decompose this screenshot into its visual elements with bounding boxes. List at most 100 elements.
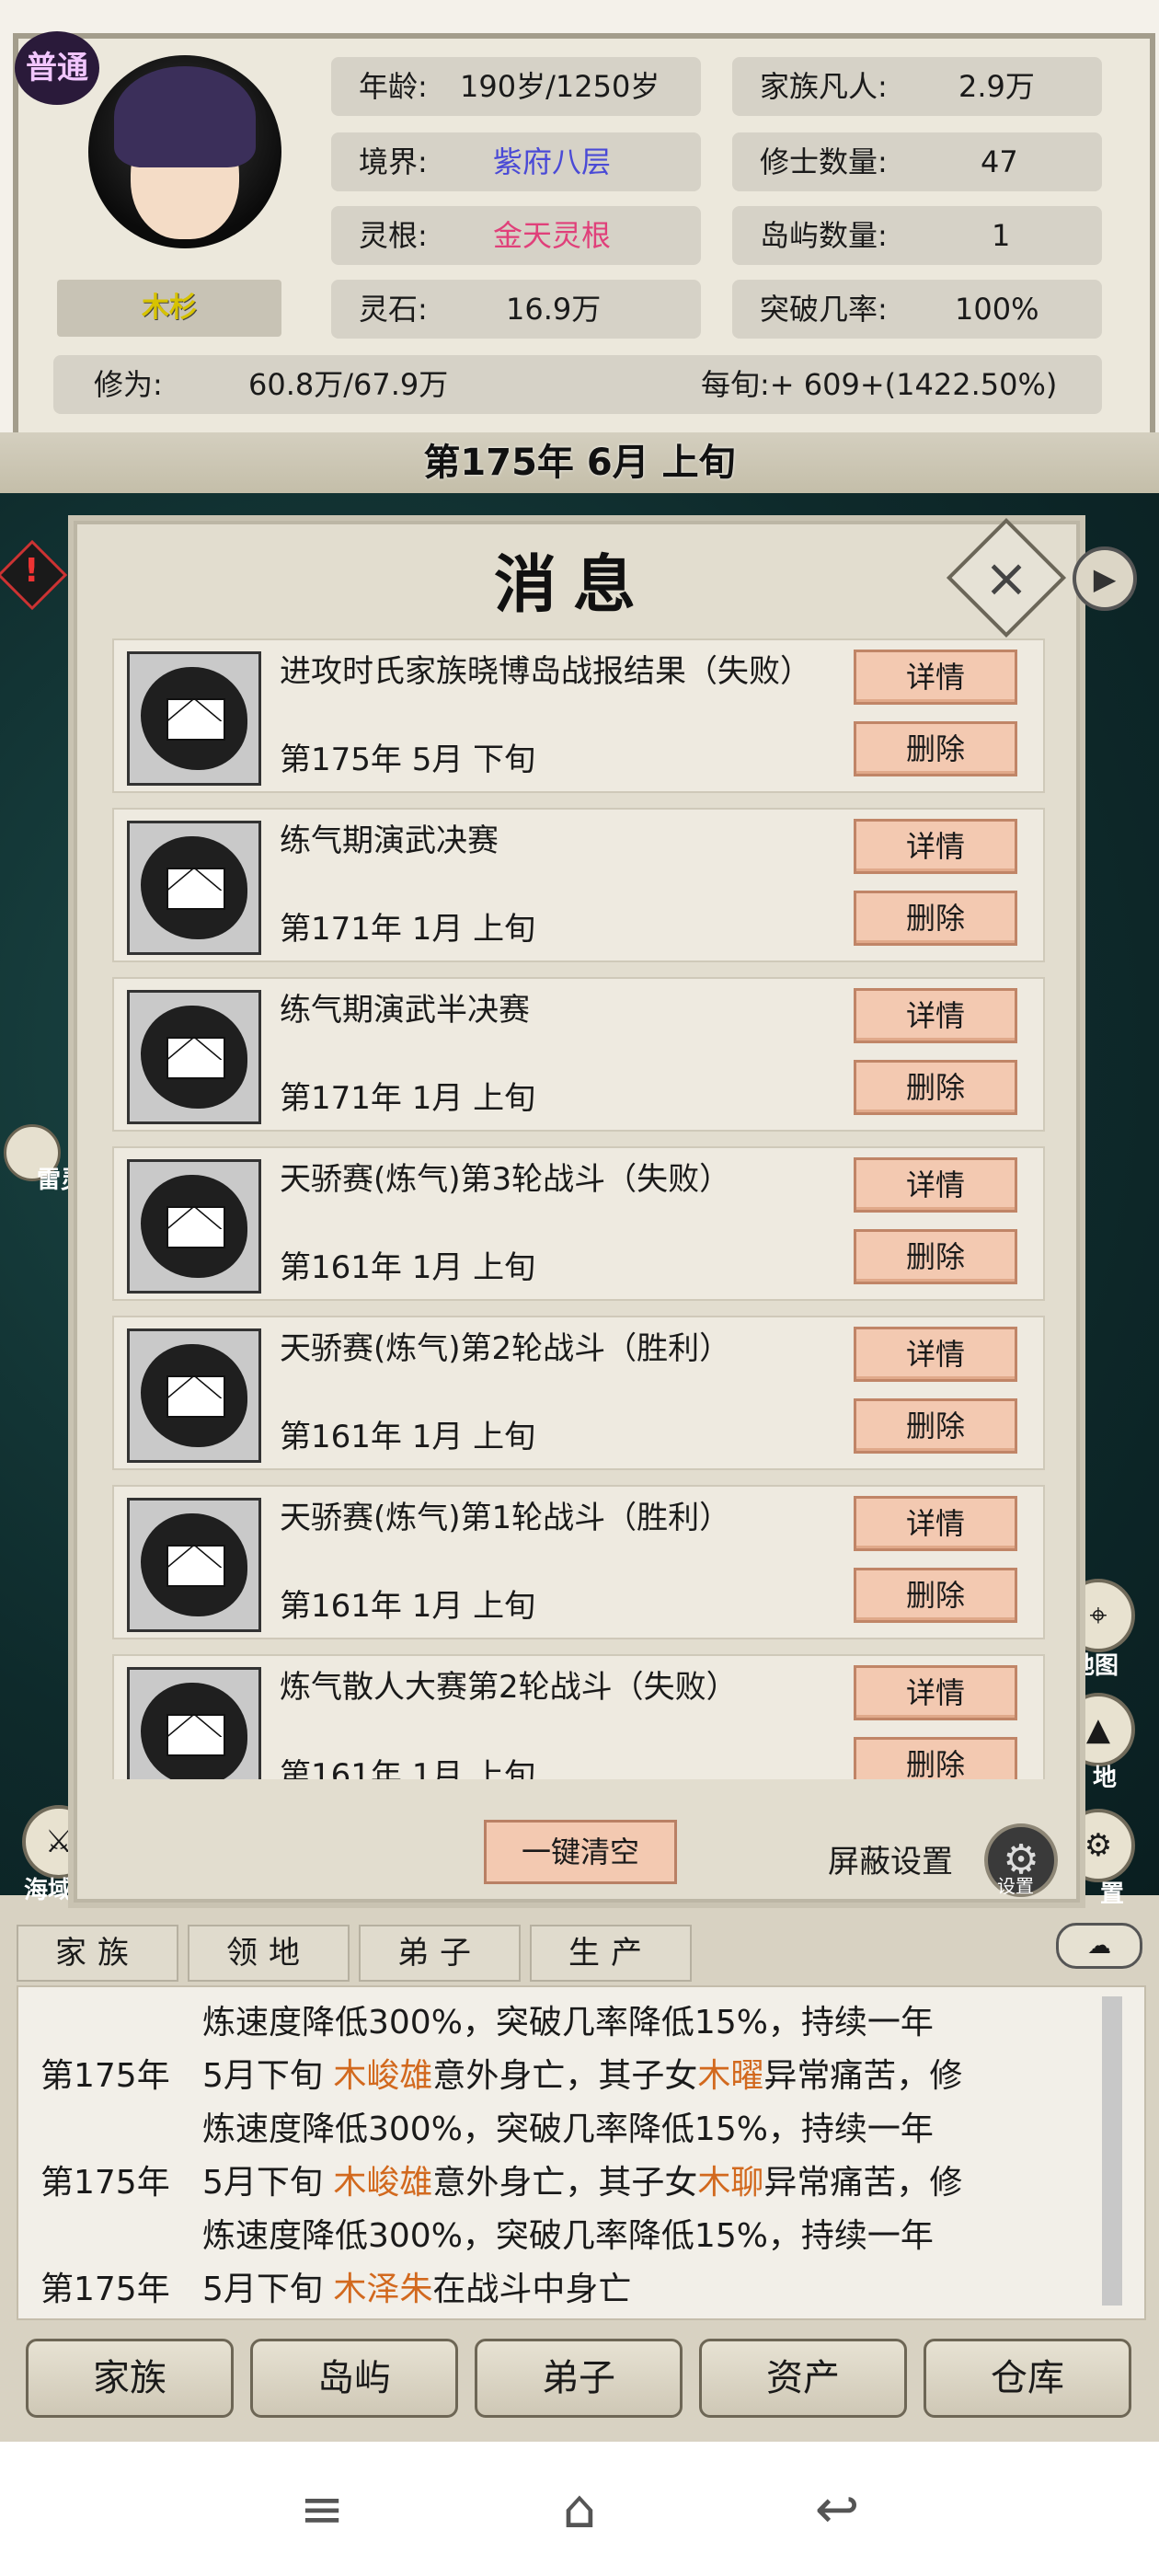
tab-territory[interactable]: 领地 bbox=[188, 1925, 350, 1982]
delete-button[interactable]: 删除 bbox=[854, 1398, 1017, 1454]
stat-clan-mortals: 家族凡人: 2.9万 bbox=[732, 57, 1102, 116]
log-scrollbar[interactable] bbox=[1102, 1996, 1122, 2306]
log-year: 第175年 bbox=[40, 2057, 170, 2095]
log-year: 第175年 bbox=[40, 2271, 170, 2308]
stat-label: 修士数量: bbox=[760, 144, 888, 179]
avatar-hair bbox=[114, 66, 256, 167]
detail-button[interactable]: 详情 bbox=[854, 819, 1017, 874]
message-date: 第171年 1月 上旬 bbox=[280, 911, 536, 948]
stat-label: 年龄: bbox=[359, 69, 428, 104]
delete-button[interactable]: 删除 bbox=[854, 1737, 1017, 1779]
stat-label: 突破几率: bbox=[760, 292, 888, 327]
detail-button[interactable]: 详情 bbox=[854, 1157, 1017, 1213]
back-icon[interactable]: ↩ bbox=[800, 2475, 874, 2543]
mail-icon bbox=[127, 990, 261, 1124]
character-name[interactable]: 木杉 bbox=[57, 280, 281, 337]
nav-island-button[interactable]: 岛屿 bbox=[250, 2339, 458, 2418]
stat-island-count: 岛屿数量: 1 bbox=[732, 206, 1102, 265]
message-date: 第161年 1月 上旬 bbox=[280, 1757, 536, 1779]
current-date: 第175年 6月 上旬 bbox=[423, 442, 736, 484]
message-item[interactable]: 练气期演武决赛 第171年 1月 上旬 详情 删除 bbox=[112, 808, 1045, 962]
delete-button[interactable]: 删除 bbox=[854, 1060, 1017, 1115]
stat-value: 100% bbox=[955, 292, 1039, 327]
mail-icon bbox=[127, 1159, 261, 1294]
log-line: 5月下旬 木峻雄意外身亡，其子女木曜异常痛苦，修 bbox=[202, 2057, 963, 2095]
message-item[interactable]: 炼气散人大赛第2轮战斗（失败） 第161年 1月 上旬 详情 删除 bbox=[112, 1654, 1045, 1779]
stat-label: 灵石: bbox=[359, 292, 428, 327]
stat-realm: 境界: 紫府八层 bbox=[331, 132, 701, 191]
stat-value: 2.9万 bbox=[958, 69, 1035, 104]
stat-value: 16.9万 bbox=[506, 292, 602, 327]
nav-clan-button[interactable]: 家族 bbox=[26, 2339, 234, 2418]
person-name: 木峻雄 bbox=[333, 2057, 433, 2095]
cultivation-bar: 修为: 60.8万/67.9万 每旬:+ 609+(1422.50%) bbox=[53, 355, 1102, 414]
message-title: 练气期演武决赛 bbox=[280, 822, 499, 859]
cultivation-label: 修为: bbox=[94, 367, 163, 402]
nav-warehouse-button[interactable]: 仓库 bbox=[924, 2339, 1131, 2418]
stat-value: 紫府八层 bbox=[493, 144, 612, 179]
log-line: 炼速度降低300%，突破几率降低15%，持续一年 bbox=[202, 2004, 934, 2041]
message-title: 炼气散人大赛第2轮战斗（失败） bbox=[280, 1669, 738, 1706]
mail-icon bbox=[127, 1328, 261, 1463]
stat-label: 境界: bbox=[359, 144, 428, 179]
mode-badge: 普通 bbox=[15, 31, 99, 105]
message-item[interactable]: 进攻时氏家族晓博岛战报结果（失败） 第175年 5月 下旬 详情 删除 bbox=[112, 638, 1045, 793]
message-list[interactable]: 进攻时氏家族晓博岛战报结果（失败） 第175年 5月 下旬 详情 删除 练气期演… bbox=[98, 638, 1050, 1779]
mail-icon bbox=[127, 1667, 261, 1779]
log-line: 炼速度降低300%，突破几率降低15%，持续一年 bbox=[202, 2110, 934, 2148]
sea-region-label: 海域 bbox=[24, 1877, 73, 1904]
delete-button[interactable]: 删除 bbox=[854, 1568, 1017, 1623]
detail-button[interactable]: 详情 bbox=[854, 1327, 1017, 1382]
block-settings-label[interactable]: 屏蔽设置 bbox=[828, 1836, 953, 1881]
person-name: 木泽朱 bbox=[333, 2271, 433, 2308]
message-item[interactable]: 天骄赛(炼气)第2轮战斗（胜利） 第161年 1月 上旬 详情 删除 bbox=[112, 1316, 1045, 1470]
message-date: 第161年 1月 上旬 bbox=[280, 1249, 536, 1286]
menu-icon[interactable]: ≡ bbox=[285, 2475, 359, 2543]
event-log[interactable]: 炼速度降低300%，突破几率降低15%，持续一年 第175年 5月下旬 木峻雄意… bbox=[17, 1985, 1146, 2320]
detail-button[interactable]: 详情 bbox=[854, 988, 1017, 1043]
stat-label: 家族凡人: bbox=[760, 69, 888, 104]
stat-label: 岛屿数量: bbox=[760, 218, 888, 253]
mail-icon bbox=[127, 821, 261, 955]
clear-all-button[interactable]: 一键清空 bbox=[484, 1820, 677, 1884]
detail-button[interactable]: 详情 bbox=[854, 1496, 1017, 1551]
log-line: 5月下旬 木峻雄意外身亡，其子女木聊异常痛苦，修 bbox=[202, 2164, 963, 2202]
tab-clan[interactable]: 家族 bbox=[17, 1925, 178, 1982]
home-icon[interactable]: ⌂ bbox=[543, 2475, 616, 2543]
detail-button[interactable]: 详情 bbox=[854, 650, 1017, 705]
message-item[interactable]: 天骄赛(炼气)第1轮战斗（胜利） 第161年 1月 上旬 详情 删除 bbox=[112, 1485, 1045, 1639]
settings-label: 置 bbox=[1100, 1880, 1125, 1908]
per-period-gain: 每旬:+ 609+(1422.50%) bbox=[701, 367, 1058, 402]
message-item[interactable]: 练气期演武半决赛 第171年 1月 上旬 详情 删除 bbox=[112, 977, 1045, 1132]
message-item[interactable]: 天骄赛(炼气)第3轮战斗（失败） 第161年 1月 上旬 详情 删除 bbox=[112, 1146, 1045, 1301]
stat-spirit-stones: 灵石: 16.9万 bbox=[331, 280, 701, 339]
tab-production[interactable]: 生产 bbox=[530, 1925, 692, 1982]
cultivation-value: 60.8万/67.9万 bbox=[248, 367, 449, 402]
message-title: 天骄赛(炼气)第1轮战斗（胜利） bbox=[280, 1500, 731, 1536]
gear-label: 设置 bbox=[997, 1875, 1034, 1897]
delete-button[interactable]: 删除 bbox=[854, 1229, 1017, 1284]
log-year: 第175年 bbox=[40, 2164, 170, 2202]
alert-mark: ! bbox=[24, 552, 40, 590]
stat-cultivator-count: 修士数量: 47 bbox=[732, 132, 1102, 191]
detail-button[interactable]: 详情 bbox=[854, 1665, 1017, 1720]
message-date: 第175年 5月 下旬 bbox=[280, 742, 536, 778]
stat-value: 190岁/1250岁 bbox=[460, 69, 660, 104]
dialog-title: 消息 bbox=[493, 548, 652, 622]
close-icon[interactable]: × bbox=[964, 535, 1049, 620]
tab-disciples[interactable]: 弟子 bbox=[359, 1925, 521, 1982]
play-icon[interactable]: ▶ bbox=[1073, 546, 1137, 611]
mail-icon bbox=[127, 651, 261, 786]
person-name: 木峻雄 bbox=[333, 2164, 433, 2202]
message-title: 天骄赛(炼气)第3轮战斗（失败） bbox=[280, 1161, 731, 1198]
nav-disciples-button[interactable]: 弟子 bbox=[475, 2339, 683, 2418]
log-line: 5月下旬 木泽朱在战斗中身亡 bbox=[202, 2271, 632, 2308]
stat-label: 灵根: bbox=[359, 218, 428, 253]
delete-button[interactable]: 删除 bbox=[854, 721, 1017, 776]
nav-assets-button[interactable]: 资产 bbox=[699, 2339, 907, 2418]
stat-value: 金天灵根 bbox=[493, 218, 612, 253]
delete-button[interactable]: 删除 bbox=[854, 891, 1017, 946]
cloud-toggle-icon[interactable]: ☁ bbox=[1056, 1923, 1142, 1969]
mail-icon bbox=[127, 1498, 261, 1632]
stat-value: 1 bbox=[992, 218, 1011, 253]
